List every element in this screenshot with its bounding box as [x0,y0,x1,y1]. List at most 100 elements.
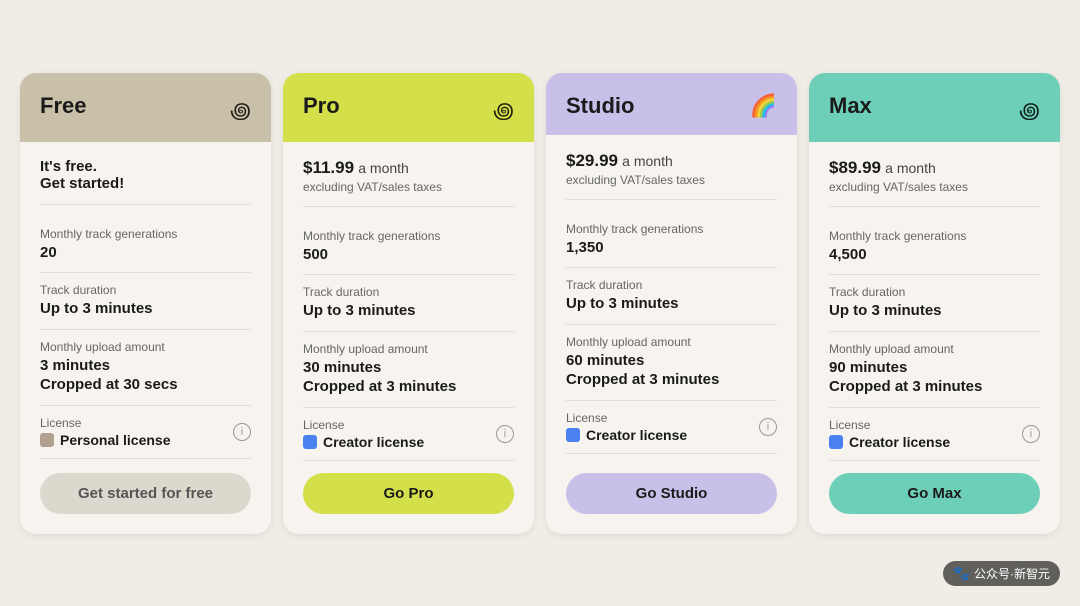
license-content-pro: License Creator license [303,418,424,450]
plan-card-studio: Studio 🌈 $29.99 a month excluding VAT/sa… [546,73,797,534]
cta-section-free: Get started for free [40,461,251,518]
price-amount-max: $89.99 [829,158,881,177]
plan-header-studio: Studio 🌈 [546,73,797,135]
plan-title-max: Max [829,93,872,119]
price-note-studio: excluding VAT/sales taxes [566,173,777,187]
generations-label-max: Monthly track generations [829,229,1040,243]
cta-button-pro[interactable]: Go Pro [303,473,514,514]
duration-label-pro: Track duration [303,285,514,299]
license-dot-max [829,435,843,449]
license-info-icon-studio[interactable]: i [759,418,777,436]
plan-icon-free: ꩜ [230,93,251,126]
price-amount-studio: $29.99 [566,151,618,170]
upload-value-max: 90 minutesCropped at 3 minutes [829,358,1040,397]
duration-row-studio: Track duration Up to 3 minutes [566,268,777,325]
license-label-free: License [40,416,171,430]
upload-value-studio: 60 minutesCropped at 3 minutes [566,351,777,390]
upload-value-pro: 30 minutesCropped at 3 minutes [303,358,514,397]
duration-value-max: Up to 3 minutes [829,301,1040,321]
plan-header-max: Max ꩜ [809,73,1060,142]
plan-body-max: $89.99 a month excluding VAT/sales taxes… [809,142,1060,534]
license-row-free: License Personal license i [40,406,251,459]
price-line-max: $89.99 a month [829,158,1040,178]
price-line-studio: $29.99 a month [566,151,777,171]
price-period-studio: a month [622,153,673,169]
plan-title-pro: Pro [303,93,340,119]
plan-header-free: Free ꩜ [20,73,271,142]
price-period-max: a month [885,160,936,176]
upload-row-free: Monthly upload amount 3 minutesCropped a… [40,330,251,406]
generations-value-free: 20 [40,243,251,263]
cta-button-studio[interactable]: Go Studio [566,473,777,514]
plan-icon-pro: ꩜ [493,93,514,126]
generations-row-pro: Monthly track generations 500 [303,219,514,276]
generations-label-studio: Monthly track generations [566,222,777,236]
price-line-pro: $11.99 a month [303,158,514,178]
price-amount-pro: $11.99 [303,158,354,177]
license-label-pro: License [303,418,424,432]
upload-label-max: Monthly upload amount [829,342,1040,356]
price-section-studio: $29.99 a month excluding VAT/sales taxes [566,151,777,200]
duration-value-pro: Up to 3 minutes [303,301,514,321]
duration-row-free: Track duration Up to 3 minutes [40,273,251,330]
upload-label-studio: Monthly upload amount [566,335,777,349]
license-dot-studio [566,428,580,442]
license-row-pro: License Creator license i [303,408,514,461]
license-info-icon-pro[interactable]: i [496,425,514,443]
cta-button-max[interactable]: Go Max [829,473,1040,514]
price-section-pro: $11.99 a month excluding VAT/sales taxes [303,158,514,207]
generations-row-max: Monthly track generations 4,500 [829,219,1040,276]
price-section-max: $89.99 a month excluding VAT/sales taxes [829,158,1040,207]
upload-value-free: 3 minutesCropped at 30 secs [40,356,251,395]
duration-label-free: Track duration [40,283,251,297]
duration-label-studio: Track duration [566,278,777,292]
cta-section-max: Go Max [829,461,1040,518]
generations-label-free: Monthly track generations [40,227,251,241]
license-content-studio: License Creator license [566,411,687,443]
plan-icon-studio: 🌈 [750,93,777,119]
upload-label-free: Monthly upload amount [40,340,251,354]
license-content-free: License Personal license [40,416,171,448]
price-note-pro: excluding VAT/sales taxes [303,180,514,194]
license-value-pro: Creator license [303,434,424,450]
generations-row-studio: Monthly track generations 1,350 [566,212,777,269]
upload-row-max: Monthly upload amount 90 minutesCropped … [829,332,1040,408]
duration-row-max: Track duration Up to 3 minutes [829,275,1040,332]
plan-body-free: It's free. Get started! Monthly track ge… [20,142,271,534]
license-dot-pro [303,435,317,449]
license-label-studio: License [566,411,687,425]
plan-body-pro: $11.99 a month excluding VAT/sales taxes… [283,142,534,534]
license-dot-free [40,433,54,447]
cta-section-studio: Go Studio [566,461,777,518]
price-note-max: excluding VAT/sales taxes [829,180,1040,194]
license-info-icon-max[interactable]: i [1022,425,1040,443]
license-value-free: Personal license [40,432,171,448]
license-row-studio: License Creator license i [566,401,777,454]
cta-button-free[interactable]: Get started for free [40,473,251,514]
upload-label-pro: Monthly upload amount [303,342,514,356]
watermark-icon: 🐾 [953,565,970,582]
plan-card-pro: Pro ꩜ $11.99 a month excluding VAT/sales… [283,73,534,534]
plan-title-studio: Studio [566,93,634,119]
upload-row-studio: Monthly upload amount 60 minutesCropped … [566,325,777,401]
license-value-max: Creator license [829,434,950,450]
cta-section-pro: Go Pro [303,461,514,518]
generations-row-free: Monthly track generations 20 [40,217,251,274]
license-row-max: License Creator license i [829,408,1040,461]
duration-value-studio: Up to 3 minutes [566,294,777,314]
plan-header-pro: Pro ꩜ [283,73,534,142]
duration-row-pro: Track duration Up to 3 minutes [303,275,514,332]
generations-value-studio: 1,350 [566,238,777,258]
generations-value-max: 4,500 [829,245,1040,265]
pricing-container: Free ꩜ It's free. Get started! Monthly t… [20,73,1060,534]
license-info-icon-free[interactable]: i [233,423,251,441]
plan-card-max: Max ꩜ $89.99 a month excluding VAT/sales… [809,73,1060,534]
watermark: 🐾 公众号·新智元 [943,561,1060,586]
price-free-line2: Get started! [40,175,251,192]
price-free-line1: It's free. [40,158,251,175]
generations-value-pro: 500 [303,245,514,265]
upload-row-pro: Monthly upload amount 30 minutesCropped … [303,332,514,408]
plan-body-studio: $29.99 a month excluding VAT/sales taxes… [546,135,797,534]
license-value-studio: Creator license [566,427,687,443]
duration-label-max: Track duration [829,285,1040,299]
